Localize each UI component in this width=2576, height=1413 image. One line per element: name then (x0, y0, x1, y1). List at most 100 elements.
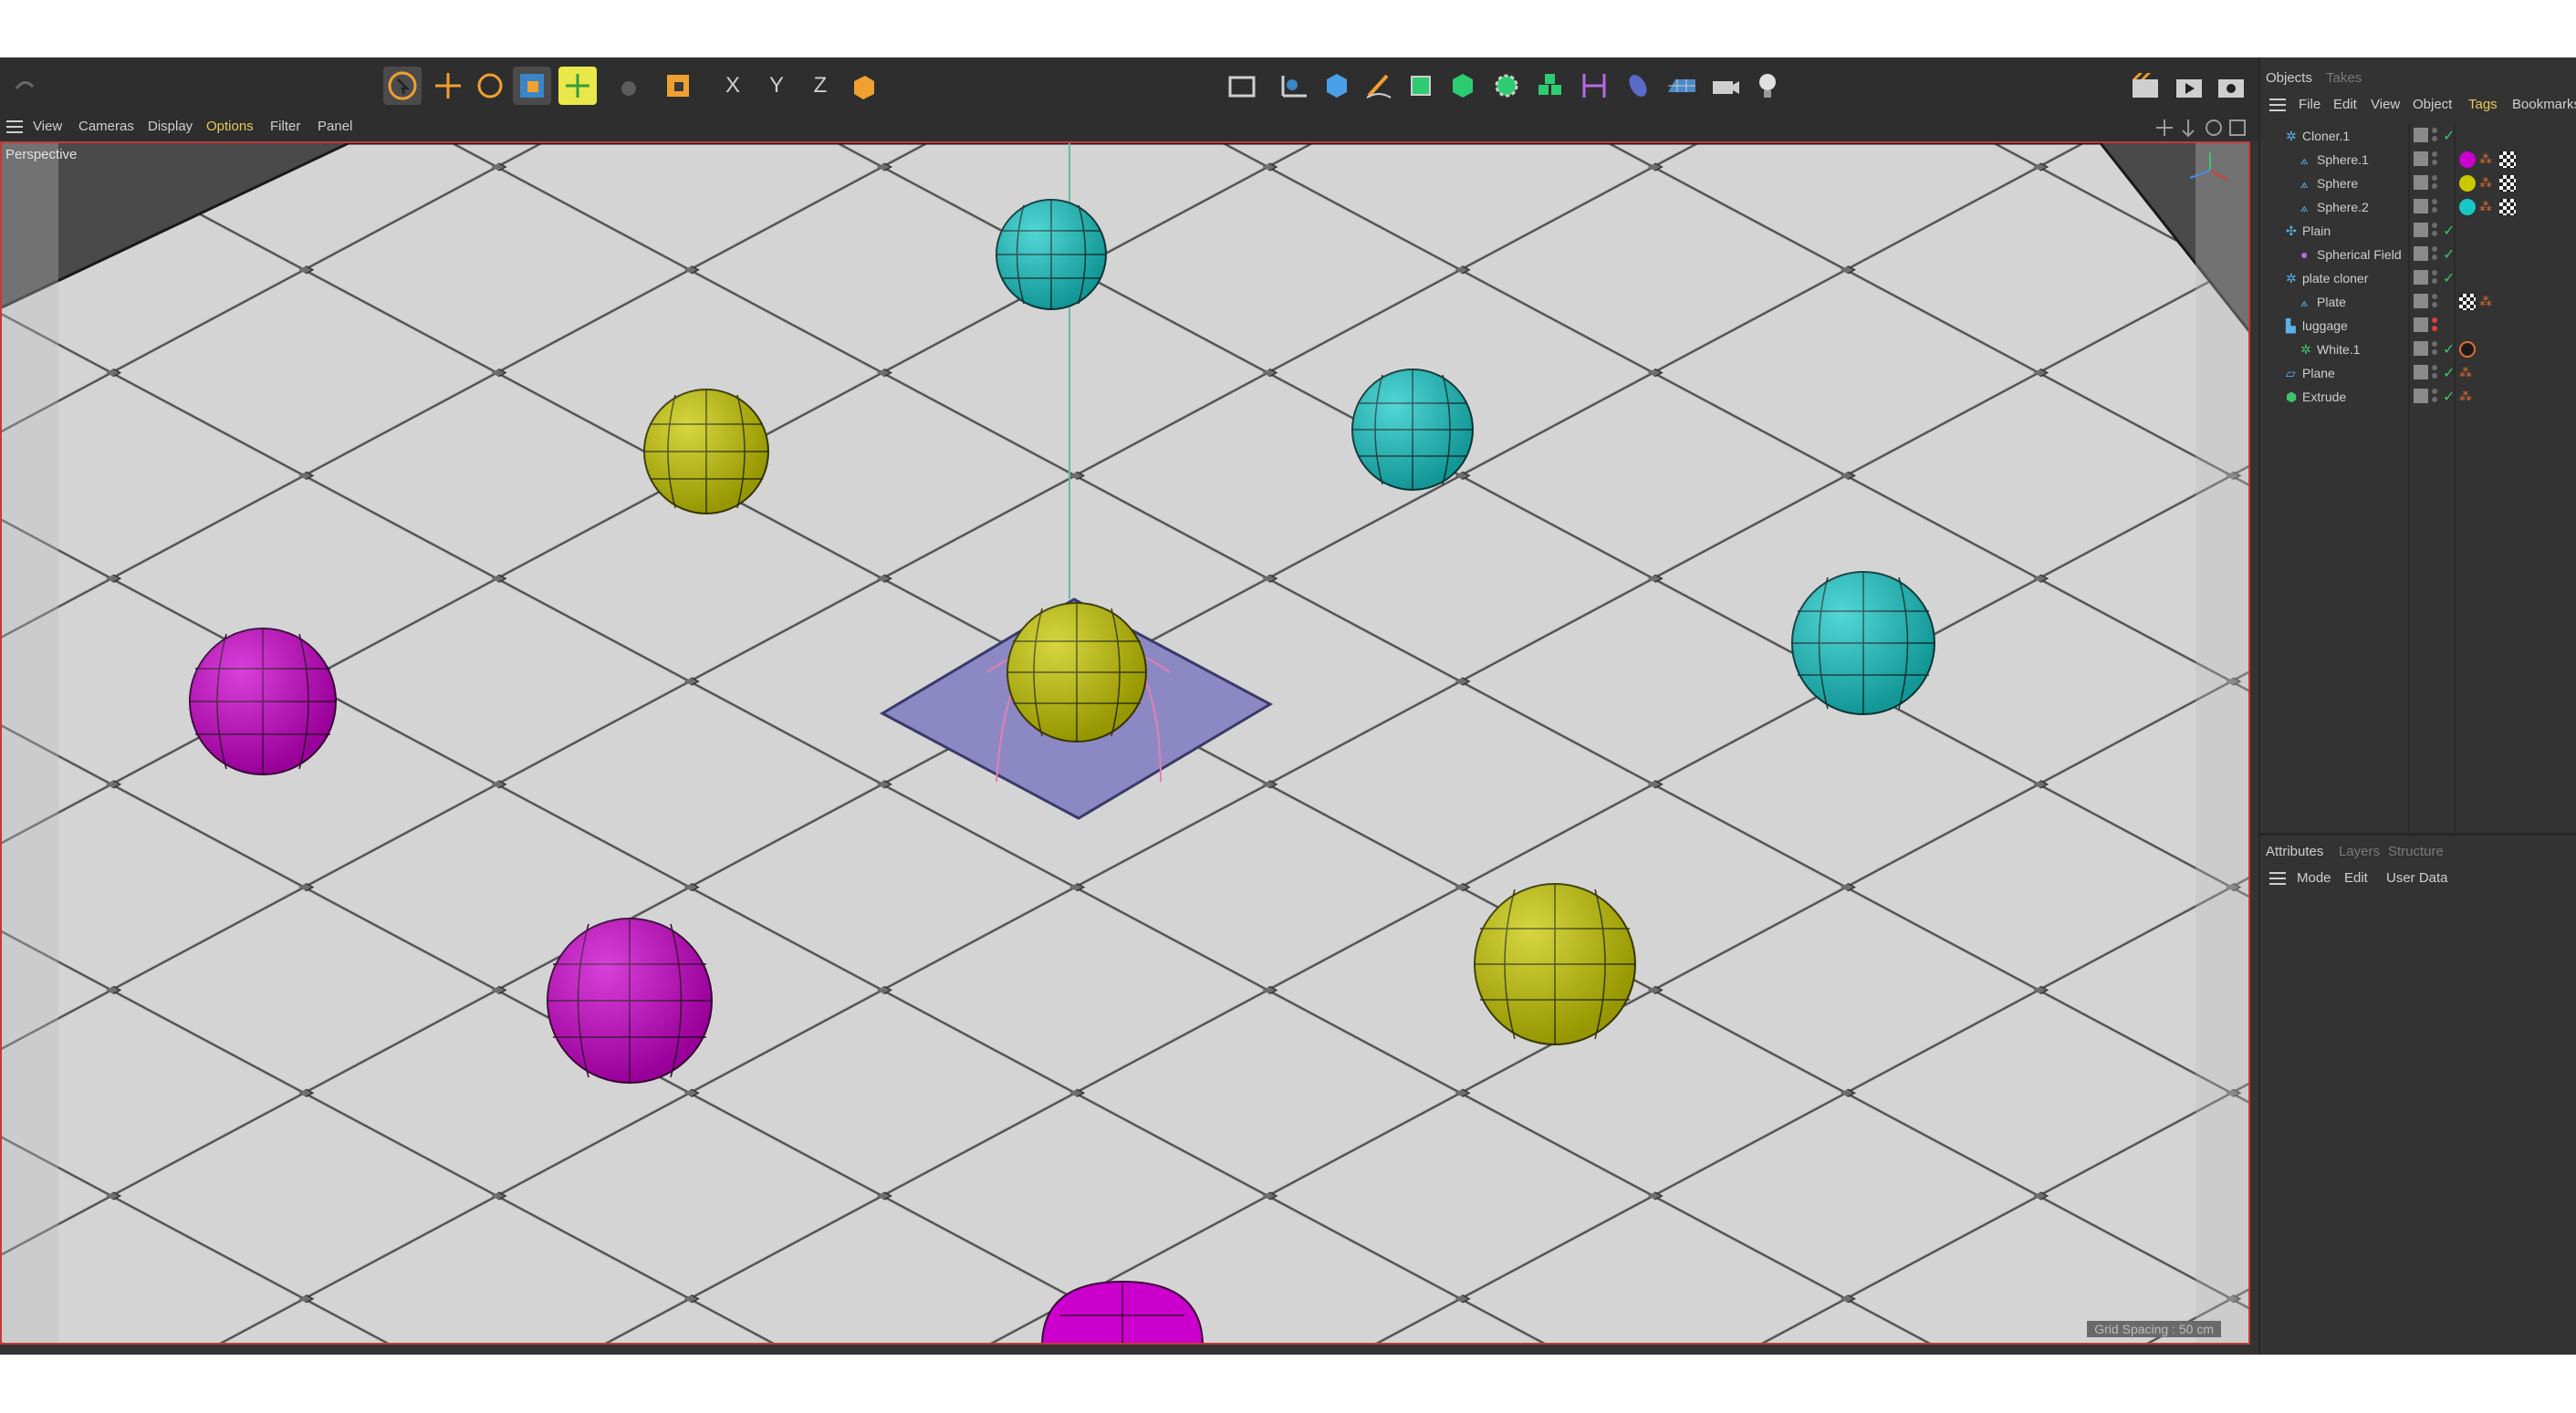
attributes-menu-user-data[interactable]: User Data (2386, 870, 2448, 886)
tag-icon[interactable]: ⁂ (2459, 389, 2476, 405)
render-dots[interactable] (2432, 294, 2439, 310)
visibility-toggle[interactable] (2414, 294, 2428, 308)
hand-icon[interactable] (610, 67, 648, 105)
field-icon[interactable] (1619, 67, 1657, 105)
render-dots[interactable] (2432, 223, 2439, 239)
objects-menu-object[interactable]: Object (2413, 97, 2452, 112)
render-dots[interactable] (2432, 341, 2439, 358)
cube-icon[interactable] (1318, 67, 1356, 105)
visibility-toggle[interactable] (2414, 389, 2428, 403)
tag-icon[interactable]: ⁂ (2459, 365, 2476, 381)
tag-icon[interactable]: ⁂ (2479, 151, 2496, 168)
render-dots[interactable] (2432, 246, 2439, 263)
sphere-cyan-3[interactable] (1791, 571, 1935, 715)
material-tag-magenta[interactable] (2459, 151, 2476, 168)
objects-menu-view[interactable]: View (2371, 97, 2400, 112)
sphere-yellow-1[interactable] (643, 389, 769, 514)
object-row-sphere[interactable]: ⟑ Sphere ⁂ (2260, 172, 2576, 196)
floor-icon[interactable] (1663, 67, 1701, 105)
render-dots[interactable] (2432, 389, 2439, 405)
visibility-toggle[interactable] (2414, 151, 2428, 166)
visibility-toggle[interactable] (2414, 365, 2428, 379)
mograph-icon[interactable] (1531, 67, 1570, 105)
sphere-magenta-2[interactable] (547, 918, 713, 1084)
menu-options[interactable]: Options (206, 119, 254, 134)
visibility-toggle[interactable] (2414, 341, 2428, 356)
cloner-icon[interactable] (1487, 67, 1526, 105)
object-row-luggage[interactable]: ▙ luggage (2260, 315, 2576, 338)
model-mode-icon[interactable] (659, 67, 697, 105)
spline-icon[interactable] (1276, 67, 1314, 105)
texture-tag-icon[interactable] (2499, 151, 2516, 168)
object-row-cloner1[interactable]: ✲ Cloner.1 ✓ (2260, 125, 2576, 149)
render-dots[interactable] (2432, 151, 2439, 168)
select-icon[interactable] (383, 67, 422, 105)
object-row-plain[interactable]: ✣ Plain ✓ (2260, 220, 2576, 244)
object-row-white1[interactable]: ✲ White.1 ✓ (2260, 338, 2576, 362)
sphere-yellow-2[interactable] (1474, 883, 1636, 1045)
move-icon[interactable] (429, 67, 467, 105)
tab-layers[interactable]: Layers (2339, 844, 2380, 859)
render-region-icon[interactable] (1223, 67, 1261, 105)
menu-view[interactable]: View (33, 119, 62, 134)
objects-menu-file[interactable]: File (2299, 97, 2320, 112)
objects-menu-bookmarks[interactable]: Bookmarks (2512, 97, 2576, 112)
live-select-icon[interactable] (558, 67, 597, 105)
sphere-magenta-1[interactable] (189, 628, 337, 775)
extrude-icon[interactable] (1444, 67, 1482, 105)
tag-icon[interactable]: ⁂ (2479, 199, 2496, 215)
sphere-cyan-1[interactable] (996, 199, 1107, 310)
attributes-menu-icon[interactable] (2269, 872, 2286, 885)
render-picture-icon[interactable] (2170, 67, 2208, 105)
visibility-toggle[interactable] (2414, 317, 2428, 332)
object-row-spherical-field[interactable]: ● Spherical Field ✓ (2260, 244, 2576, 267)
render-dots[interactable] (2432, 365, 2439, 381)
rotate-icon[interactable] (471, 67, 509, 105)
light-icon[interactable] (1748, 67, 1787, 105)
sphere-yellow-center[interactable] (1006, 602, 1147, 743)
render-dots[interactable] (2432, 270, 2439, 286)
y-axis-icon[interactable]: Y (757, 67, 796, 105)
camera-icon[interactable] (1706, 67, 1745, 105)
menu-filter[interactable]: Filter (270, 119, 300, 134)
object-row-sphere1[interactable]: ⟑ Sphere.1 ⁂ (2260, 149, 2576, 172)
object-row-extrude[interactable]: ⬢ Extrude ✓ ⁂ (2260, 386, 2576, 410)
render-view-icon[interactable] (2126, 67, 2164, 105)
texture-tag-icon[interactable] (2499, 199, 2516, 215)
render-dots[interactable] (2432, 175, 2439, 192)
deformer-icon[interactable] (1575, 67, 1613, 105)
tag-icon[interactable]: ⁂ (2479, 294, 2496, 310)
objects-menu-edit[interactable]: Edit (2333, 97, 2357, 112)
menu-panel[interactable]: Panel (318, 119, 352, 134)
objects-menu-tags[interactable]: Tags (2468, 97, 2498, 112)
phong-tag-icon[interactable] (2459, 341, 2476, 358)
object-row-plane[interactable]: ▱ Plane ✓ ⁂ (2260, 362, 2576, 386)
visibility-toggle[interactable] (2414, 246, 2428, 261)
menu-cameras[interactable]: Cameras (78, 119, 134, 134)
render-dots[interactable] (2432, 317, 2439, 334)
coordinate-system-icon[interactable] (843, 67, 881, 105)
object-row-plate-cloner[interactable]: ✲ plate cloner ✓ (2260, 267, 2576, 291)
scale-icon[interactable] (513, 67, 551, 105)
viewport-menu-icon[interactable] (6, 120, 23, 133)
visibility-toggle[interactable] (2414, 223, 2428, 237)
attributes-menu-mode[interactable]: Mode (2297, 870, 2331, 886)
object-row-sphere2[interactable]: ⟑ Sphere.2 ⁂ (2260, 196, 2576, 220)
viewport-nav-icons[interactable] (2155, 118, 2254, 138)
visibility-toggle[interactable] (2414, 199, 2428, 213)
attributes-menu-edit[interactable]: Edit (2344, 870, 2368, 886)
pen-icon[interactable] (1360, 67, 1398, 105)
subdivision-icon[interactable] (1402, 67, 1440, 105)
perspective-viewport[interactable]: Perspective Grid Spacing: 50 cm (0, 141, 2250, 1345)
x-axis-icon[interactable]: X (714, 67, 752, 105)
undo-icon[interactable] (5, 67, 44, 105)
render-dots[interactable] (2432, 128, 2439, 144)
tab-attributes[interactable]: Attributes (2266, 844, 2323, 859)
visibility-toggle[interactable] (2414, 128, 2428, 142)
texture-tag-icon[interactable] (2499, 175, 2516, 192)
material-tag-cyan[interactable] (2459, 199, 2476, 215)
visibility-toggle[interactable] (2414, 175, 2428, 190)
sphere-cyan-2[interactable] (1351, 369, 1474, 491)
texture-tag-icon[interactable] (2459, 294, 2476, 310)
tag-icon[interactable]: ⁂ (2479, 175, 2496, 192)
